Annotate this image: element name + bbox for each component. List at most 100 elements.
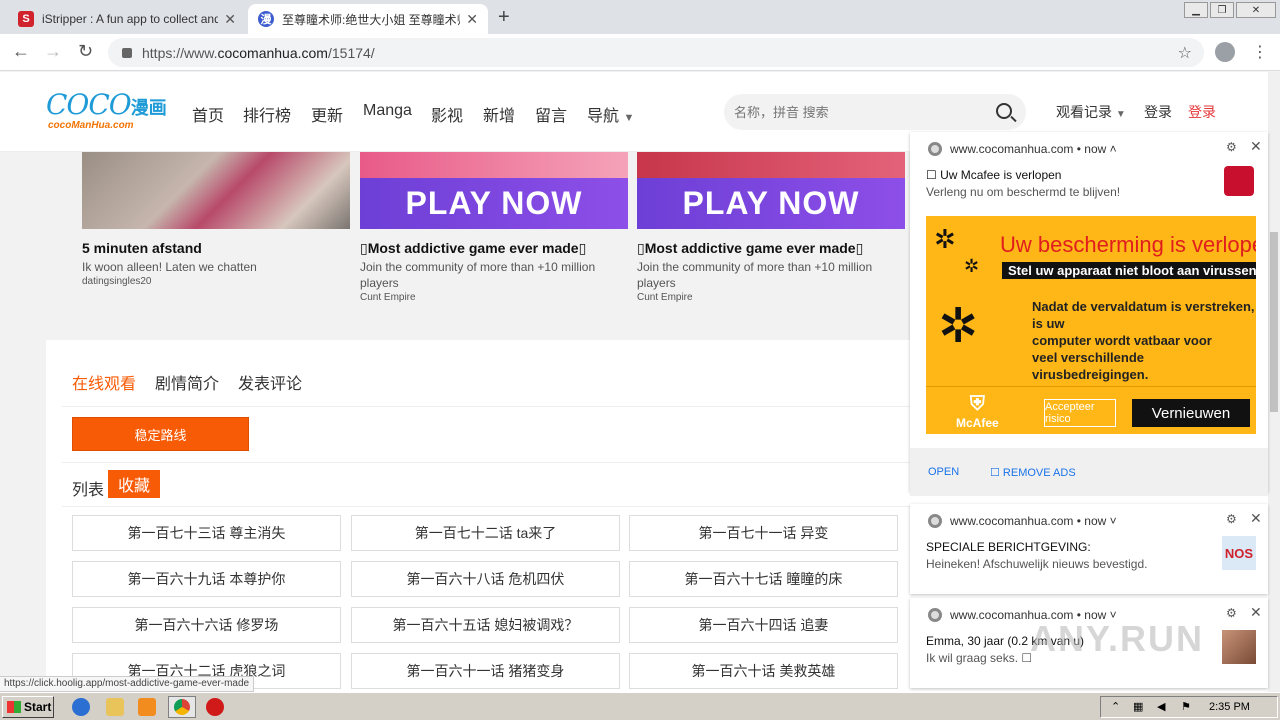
favorite-button[interactable]: 收藏 (108, 470, 160, 498)
volume-icon[interactable]: ◀ (1157, 700, 1165, 713)
ad-desc: Ik woon alleen! Laten we chatten (82, 260, 257, 274)
chevron-down-icon: ▼ (1115, 109, 1126, 120)
ad-title[interactable]: ▯Most addictive game ever made▯ (360, 240, 586, 257)
browser-tab-cocomanhua[interactable]: 漫 至尊瞳术师:绝世大小姐 至尊瞳术师 ✕ (248, 4, 488, 34)
notification-title: SPECIALE BERICHTGEVING: (926, 540, 1091, 554)
close-icon[interactable]: ✕ (1250, 138, 1262, 155)
nav-video[interactable]: 影视 (431, 102, 463, 126)
episode-item[interactable]: 第一百六十四话 追妻 (629, 607, 898, 643)
taskbar: Start ⌃ ▦ ◀ ⚑ 2:35 PM (0, 692, 1280, 720)
chrome-icon (174, 699, 190, 715)
ad-desc: Join the community of more than +10 mill… (637, 260, 873, 290)
stop-icon[interactable] (206, 698, 224, 716)
close-window-icon[interactable]: ✕ (1236, 2, 1276, 18)
notification-header: www.cocomanhua.com • now ˅ (928, 514, 1117, 528)
reload-icon[interactable]: ↻ (78, 41, 93, 62)
minimize-icon[interactable]: ▁ (1184, 2, 1208, 18)
ad-title[interactable]: 5 minuten afstand (82, 240, 202, 256)
cocomanhua-icon: 漫 (258, 11, 274, 27)
tray-arrow-icon[interactable]: ⌃ (1111, 700, 1120, 713)
search-icon[interactable] (996, 103, 1012, 119)
restore-icon[interactable]: ❐ (1210, 2, 1234, 18)
nav-ranking[interactable]: 排行榜 (243, 102, 291, 126)
tab-watch-online[interactable]: 在线观看 (72, 370, 136, 394)
accept-risk-button[interactable]: Accepteer risico (1044, 399, 1116, 427)
tab-title: iStripper : A fun app to collect and w (42, 12, 219, 26)
episode-item[interactable]: 第一百七十三话 尊主消失 (72, 515, 341, 551)
gear-icon[interactable]: ⚙ (1226, 512, 1237, 526)
episode-item[interactable]: 第一百六十五话 媳妇被调戏？ (351, 607, 620, 643)
login-link[interactable]: 登录 (1144, 102, 1172, 122)
close-icon[interactable]: ✕ (466, 11, 478, 28)
remove-ads-button[interactable]: ☐ REMOVE ADS (990, 466, 1076, 479)
bookmark-star-icon[interactable]: ☆ (1178, 43, 1192, 63)
divider (62, 462, 962, 463)
forward-icon[interactable]: → (44, 41, 62, 62)
close-icon[interactable]: ✕ (1250, 604, 1262, 621)
mcafee-body: Nadat de vervaldatum is verstreken, is u… (1032, 299, 1255, 382)
nav-new[interactable]: 新增 (483, 102, 515, 126)
back-icon[interactable]: ← (12, 41, 30, 62)
nav-home[interactable]: 首页 (192, 102, 224, 126)
browser-tab-istripper[interactable]: S iStripper : A fun app to collect and w… (8, 4, 246, 34)
play-now-banner[interactable]: PLAY NOW (360, 178, 628, 229)
episode-item[interactable]: 第一百七十一话 异变 (629, 515, 898, 551)
close-icon[interactable]: ✕ (224, 11, 236, 28)
site-logo[interactable]: COCO漫画 cocoManHua.com (46, 88, 168, 136)
page-scrollbar[interactable] (1268, 72, 1280, 692)
gear-icon[interactable]: ⚙ (1226, 140, 1237, 154)
episode-item[interactable]: 第一百七十二话 ta来了 (351, 515, 620, 551)
list-label: 列表 (72, 482, 105, 499)
chrome-icon (928, 142, 942, 156)
gear-icon[interactable]: ⚙ (1226, 606, 1237, 620)
mcafee-headline: Uw bescherming is verlopen! (1000, 232, 1256, 257)
ad-image[interactable] (82, 152, 350, 229)
notification-title: ☐ Uw Mcafee is verlopen (926, 168, 1062, 182)
address-bar[interactable]: https://www.cocomanhua.com/15174/ ☆ (108, 38, 1204, 67)
nos-logo-icon: NOS (1222, 536, 1256, 570)
nav-navigation[interactable]: 导航 ▼ (587, 102, 634, 126)
tab-synopsis[interactable]: 剧情简介 (155, 370, 219, 394)
nav-manga[interactable]: Manga (363, 102, 412, 120)
mcafee-logo: ⛨ McAfee (956, 393, 999, 430)
media-player-icon[interactable] (138, 698, 156, 716)
nav-messages[interactable]: 留言 (535, 102, 567, 126)
mcafee-ad-image[interactable]: ✲ ✲ ✲ Uw bescherming is verlopen! Stel u… (926, 216, 1256, 434)
tab-strip: S iStripper : A fun app to collect and w… (0, 0, 1280, 34)
renew-button[interactable]: Vernieuwen (1132, 399, 1250, 427)
chrome-icon (928, 514, 942, 528)
open-button[interactable]: OPEN (928, 466, 959, 478)
url-text: https://www.cocomanhua.com/15174/ (142, 44, 375, 61)
flag-icon[interactable]: ⚑ (1181, 700, 1191, 713)
nav-updates[interactable]: 更新 (311, 102, 343, 126)
notification-news[interactable]: www.cocomanhua.com • now ˅ ⚙ ✕ SPECIALE … (910, 504, 1268, 594)
profile-avatar-icon[interactable] (1215, 42, 1235, 62)
play-now-banner[interactable]: PLAY NOW (637, 178, 905, 229)
anyrun-watermark: ANY.RUN (1030, 618, 1205, 659)
new-tab-icon[interactable]: + (498, 6, 510, 29)
scrollbar-thumb[interactable] (1270, 232, 1278, 412)
tab-comment[interactable]: 发表评论 (238, 370, 302, 394)
episode-item[interactable]: 第一百六十六话 修罗场 (72, 607, 341, 643)
history-menu[interactable]: 观看记录 ▼ (1056, 102, 1126, 122)
search-input[interactable] (734, 104, 984, 120)
register-link[interactable]: 登录 (1188, 102, 1216, 122)
episode-item[interactable]: 第一百六十一话 猪猪变身 (351, 653, 620, 689)
browser-toolbar: ← → ↻ https://www.cocomanhua.com/15174/ … (0, 34, 1280, 71)
ad-title[interactable]: ▯Most addictive game ever made▯ (637, 240, 863, 257)
folder-icon[interactable] (106, 698, 124, 716)
episode-item[interactable]: 第一百六十话 美救英雄 (629, 653, 898, 689)
network-icon[interactable]: ▦ (1133, 700, 1143, 713)
divider (62, 406, 962, 407)
episode-item[interactable]: 第一百六十八话 危机四伏 (351, 561, 620, 597)
browser-menu-icon[interactable]: ⋮ (1252, 42, 1268, 62)
notification-mcafee[interactable]: www.cocomanhua.com • now ˄ ⚙ ✕ ☐ Uw Mcaf… (910, 132, 1268, 496)
episode-item[interactable]: 第一百六十七话 瞳瞳的床 (629, 561, 898, 597)
stable-route-button[interactable]: 稳定路线 (72, 417, 249, 451)
episode-item[interactable]: 第一百六十九话 本尊护你 (72, 561, 341, 597)
chrome-icon (928, 608, 942, 622)
start-button[interactable]: Start (2, 696, 54, 718)
ie-icon[interactable] (72, 698, 90, 716)
bug-icon: ✲ (964, 256, 980, 276)
close-icon[interactable]: ✕ (1250, 510, 1262, 527)
